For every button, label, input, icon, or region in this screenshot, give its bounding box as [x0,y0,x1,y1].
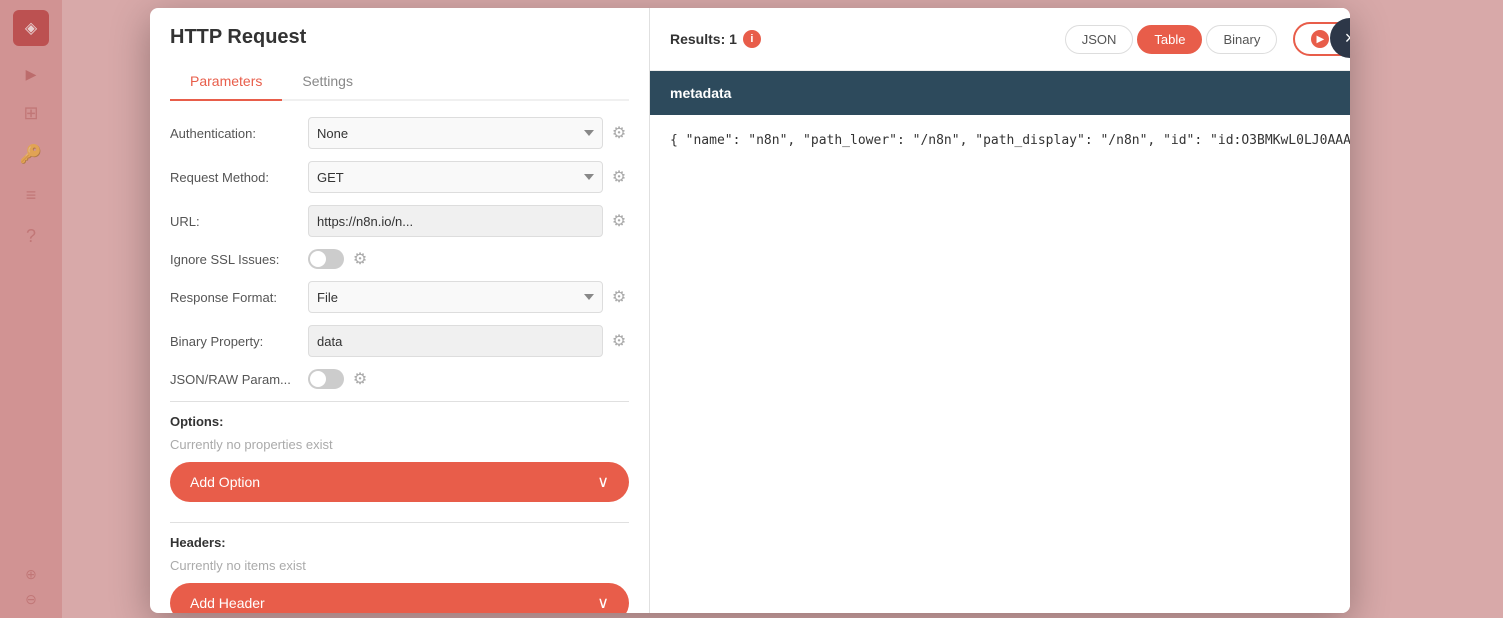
ignore-ssl-label: Ignore SSL Issues: [170,252,300,267]
add-header-button[interactable]: Add Header ∨ [170,583,629,613]
add-header-label: Add Header [190,595,265,611]
metadata-body: { "name": "n8n", "path_lower": "/n8n", "… [650,115,1350,167]
binary-property-control: ⚙ [308,325,629,357]
left-panel-content: Authentication: None Basic Auth OAuth2 ⚙… [150,101,649,613]
ignore-ssl-toggle[interactable] [308,249,344,269]
metadata-header: metadata [650,71,1350,115]
url-label: URL: [170,214,300,229]
add-option-button[interactable]: Add Option ∨ [170,462,629,502]
close-icon: × [1345,28,1350,49]
authentication-label: Authentication: [170,126,300,141]
tab-settings[interactable]: Settings [282,63,373,101]
binary-property-input[interactable] [308,325,603,357]
binary-property-label: Binary Property: [170,334,300,349]
left-panel: HTTP Request Parameters Settings Authent… [150,8,650,613]
request-method-gear-icon[interactable]: ⚙ [609,167,629,187]
tab-parameters[interactable]: Parameters [170,63,282,101]
results-label: Results: 1 i [670,30,761,48]
play-icon: ▶ [1311,30,1329,48]
response-format-control: File JSON String ⚙ [308,281,629,313]
json-raw-control: ⚙ [308,369,629,389]
info-icon[interactable]: i [743,30,761,48]
request-method-control: GET POST PUT DELETE ⚙ [308,161,629,193]
left-panel-header: HTTP Request Parameters Settings [150,8,649,101]
url-gear-icon[interactable]: ⚙ [609,211,629,231]
options-empty-text: Currently no properties exist [170,437,629,452]
right-panel-content: metadata { "name": "n8n", "path_lower": … [650,71,1350,613]
metadata-json: { "name": "n8n", "path_lower": "/n8n", "… [670,131,1350,151]
ignore-ssl-control: ⚙ [308,249,629,269]
headers-divider [170,522,629,523]
url-control: ⚙ [308,205,629,237]
modal-body: HTTP Request Parameters Settings Authent… [150,8,1350,613]
view-tab-binary[interactable]: Binary [1206,25,1277,54]
binary-property-row: Binary Property: ⚙ [170,325,629,357]
json-raw-row: JSON/RAW Param... ⚙ [170,369,629,389]
right-panel-header: Results: 1 i JSON Table Binary ▶ Execute… [650,8,1350,71]
add-header-chevron-icon: ∨ [597,593,609,613]
ignore-ssl-row: Ignore SSL Issues: ⚙ [170,249,629,269]
json-raw-label: JSON/RAW Param... [170,372,300,387]
url-row: URL: ⚙ [170,205,629,237]
request-method-label: Request Method: [170,170,300,185]
response-format-select[interactable]: File JSON String [308,281,603,313]
json-raw-gear-icon[interactable]: ⚙ [350,369,370,389]
ignore-ssl-gear-icon[interactable]: ⚙ [350,249,370,269]
options-title: Options: [170,414,629,429]
headers-empty-text: Currently no items exist [170,558,629,573]
view-tab-json[interactable]: JSON [1065,25,1134,54]
chevron-down-icon: ∨ [597,472,609,492]
modal-title: HTTP Request [170,26,629,49]
response-format-row: Response Format: File JSON String ⚙ [170,281,629,313]
options-divider [170,401,629,402]
url-input[interactable] [308,205,603,237]
json-raw-toggle-wrapper [308,369,344,389]
tabs: Parameters Settings [170,63,629,101]
modal: × HTTP Request Parameters Settings Authe… [150,8,1350,613]
request-method-row: Request Method: GET POST PUT DELETE ⚙ [170,161,629,193]
authentication-control: None Basic Auth OAuth2 ⚙ [308,117,629,149]
authentication-row: Authentication: None Basic Auth OAuth2 ⚙ [170,117,629,149]
request-method-select[interactable]: GET POST PUT DELETE [308,161,603,193]
binary-property-gear-icon[interactable]: ⚙ [609,331,629,351]
right-panel: Results: 1 i JSON Table Binary ▶ Execute… [650,8,1350,613]
headers-title: Headers: [170,535,629,550]
results-text: Results: 1 [670,31,737,47]
response-format-label: Response Format: [170,290,300,305]
view-tabs: JSON Table Binary [1065,25,1278,54]
add-option-label: Add Option [190,474,260,490]
authentication-gear-icon[interactable]: ⚙ [609,123,629,143]
response-format-gear-icon[interactable]: ⚙ [609,287,629,307]
authentication-select[interactable]: None Basic Auth OAuth2 [308,117,603,149]
view-tab-table[interactable]: Table [1137,25,1202,54]
json-raw-toggle[interactable] [308,369,344,389]
ignore-ssl-toggle-wrapper [308,249,344,269]
